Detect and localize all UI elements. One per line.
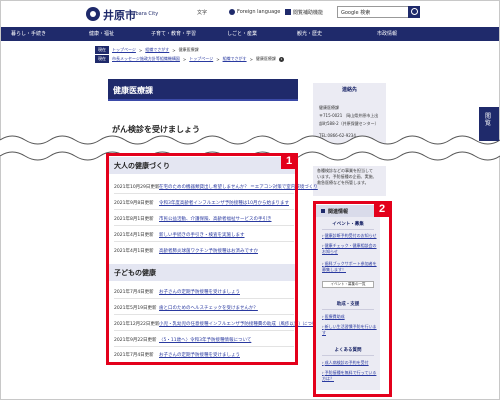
breadcrumb-badge: 1 (278, 56, 284, 62)
breadcrumb-secondary: 現在 市長メッセージ施政方針等組織機構図 > トップページ > 組織でさがす > 健康… (95, 55, 284, 63)
site-logo-text[interactable]: 井原市 (103, 7, 136, 23)
breadcrumb-link[interactable]: トップページ (189, 56, 213, 62)
breadcrumb-link[interactable]: 組織でさがす (223, 56, 247, 62)
accessibility-icon (285, 9, 291, 15)
breadcrumb-tag: 現在 (95, 55, 109, 63)
breadcrumb-current: 健康医療課 (255, 56, 276, 61)
search-icon[interactable] (408, 6, 420, 18)
page-title-banner: 健康医療課 (108, 79, 298, 101)
reading-assist-tab-label: 閲覧 (485, 113, 492, 127)
dept-description-line: 救急医療などを所管します。 (317, 180, 369, 185)
nav-item-education[interactable]: 子育て・教育・学習 (151, 30, 196, 37)
reading-assist-tab[interactable]: 閲覧 (479, 107, 499, 141)
breadcrumb-tag: 現在 (95, 46, 109, 54)
annotation-box-2 (313, 201, 392, 397)
site-header: 井原市 Ibara City 文字 Foreign language 閲覧補助機… (1, 1, 499, 27)
contact-title: 連絡先 (341, 87, 357, 93)
breadcrumb-current: 健康医療課 (178, 47, 199, 52)
contact-line: 健康医療課 (319, 105, 339, 110)
city-logo-icon[interactable] (86, 7, 100, 21)
globe-icon (229, 9, 235, 15)
nav-item-tourism[interactable]: 観光・歴史 (297, 30, 322, 37)
site-search-input[interactable]: Google 検索 (337, 6, 409, 18)
breadcrumb-link[interactable]: 市長メッセージ施政方針等組織機構図 (112, 56, 180, 62)
nav-item-health[interactable]: 健康・福祉 (89, 30, 114, 37)
breadcrumb-link[interactable]: トップページ (112, 47, 136, 53)
font-size-control[interactable]: 文字 (197, 9, 207, 16)
breadcrumb-link[interactable]: 組織でさがす (145, 47, 169, 53)
annotation-label-1: 1 (281, 153, 297, 169)
contact-line: 〒715-0021 岡山県井原市上出 (319, 113, 379, 118)
foreign-language-link[interactable]: Foreign language (237, 9, 280, 15)
global-nav: 暮らし・手続き 健康・福祉 子育て・教育・学習 しごと・産業 観光・歴史 市政情… (1, 27, 499, 41)
breadcrumb: 現在 トップページ > 組織でさがす > 健康医療課 (95, 46, 199, 54)
reading-assist-link[interactable]: 閲覧補助機能 (293, 9, 323, 16)
site-logo-subtitle: Ibara City (134, 11, 159, 17)
nav-item-living[interactable]: 暮らし・手続き (11, 30, 46, 37)
dept-description: 各種検診などの事業を担当して います。予防接種の企画、実施、 救急医療などを所管… (313, 166, 386, 196)
annotation-label-2: 2 (374, 201, 390, 217)
page-title: 健康医療課 (113, 86, 153, 95)
annotation-box-1 (106, 153, 298, 365)
nav-item-city-info[interactable]: 市政情報 (377, 30, 397, 37)
contact-line: 部町588-2（井原保健センター） (319, 121, 379, 126)
nav-item-work[interactable]: しごと・産業 (227, 30, 257, 37)
